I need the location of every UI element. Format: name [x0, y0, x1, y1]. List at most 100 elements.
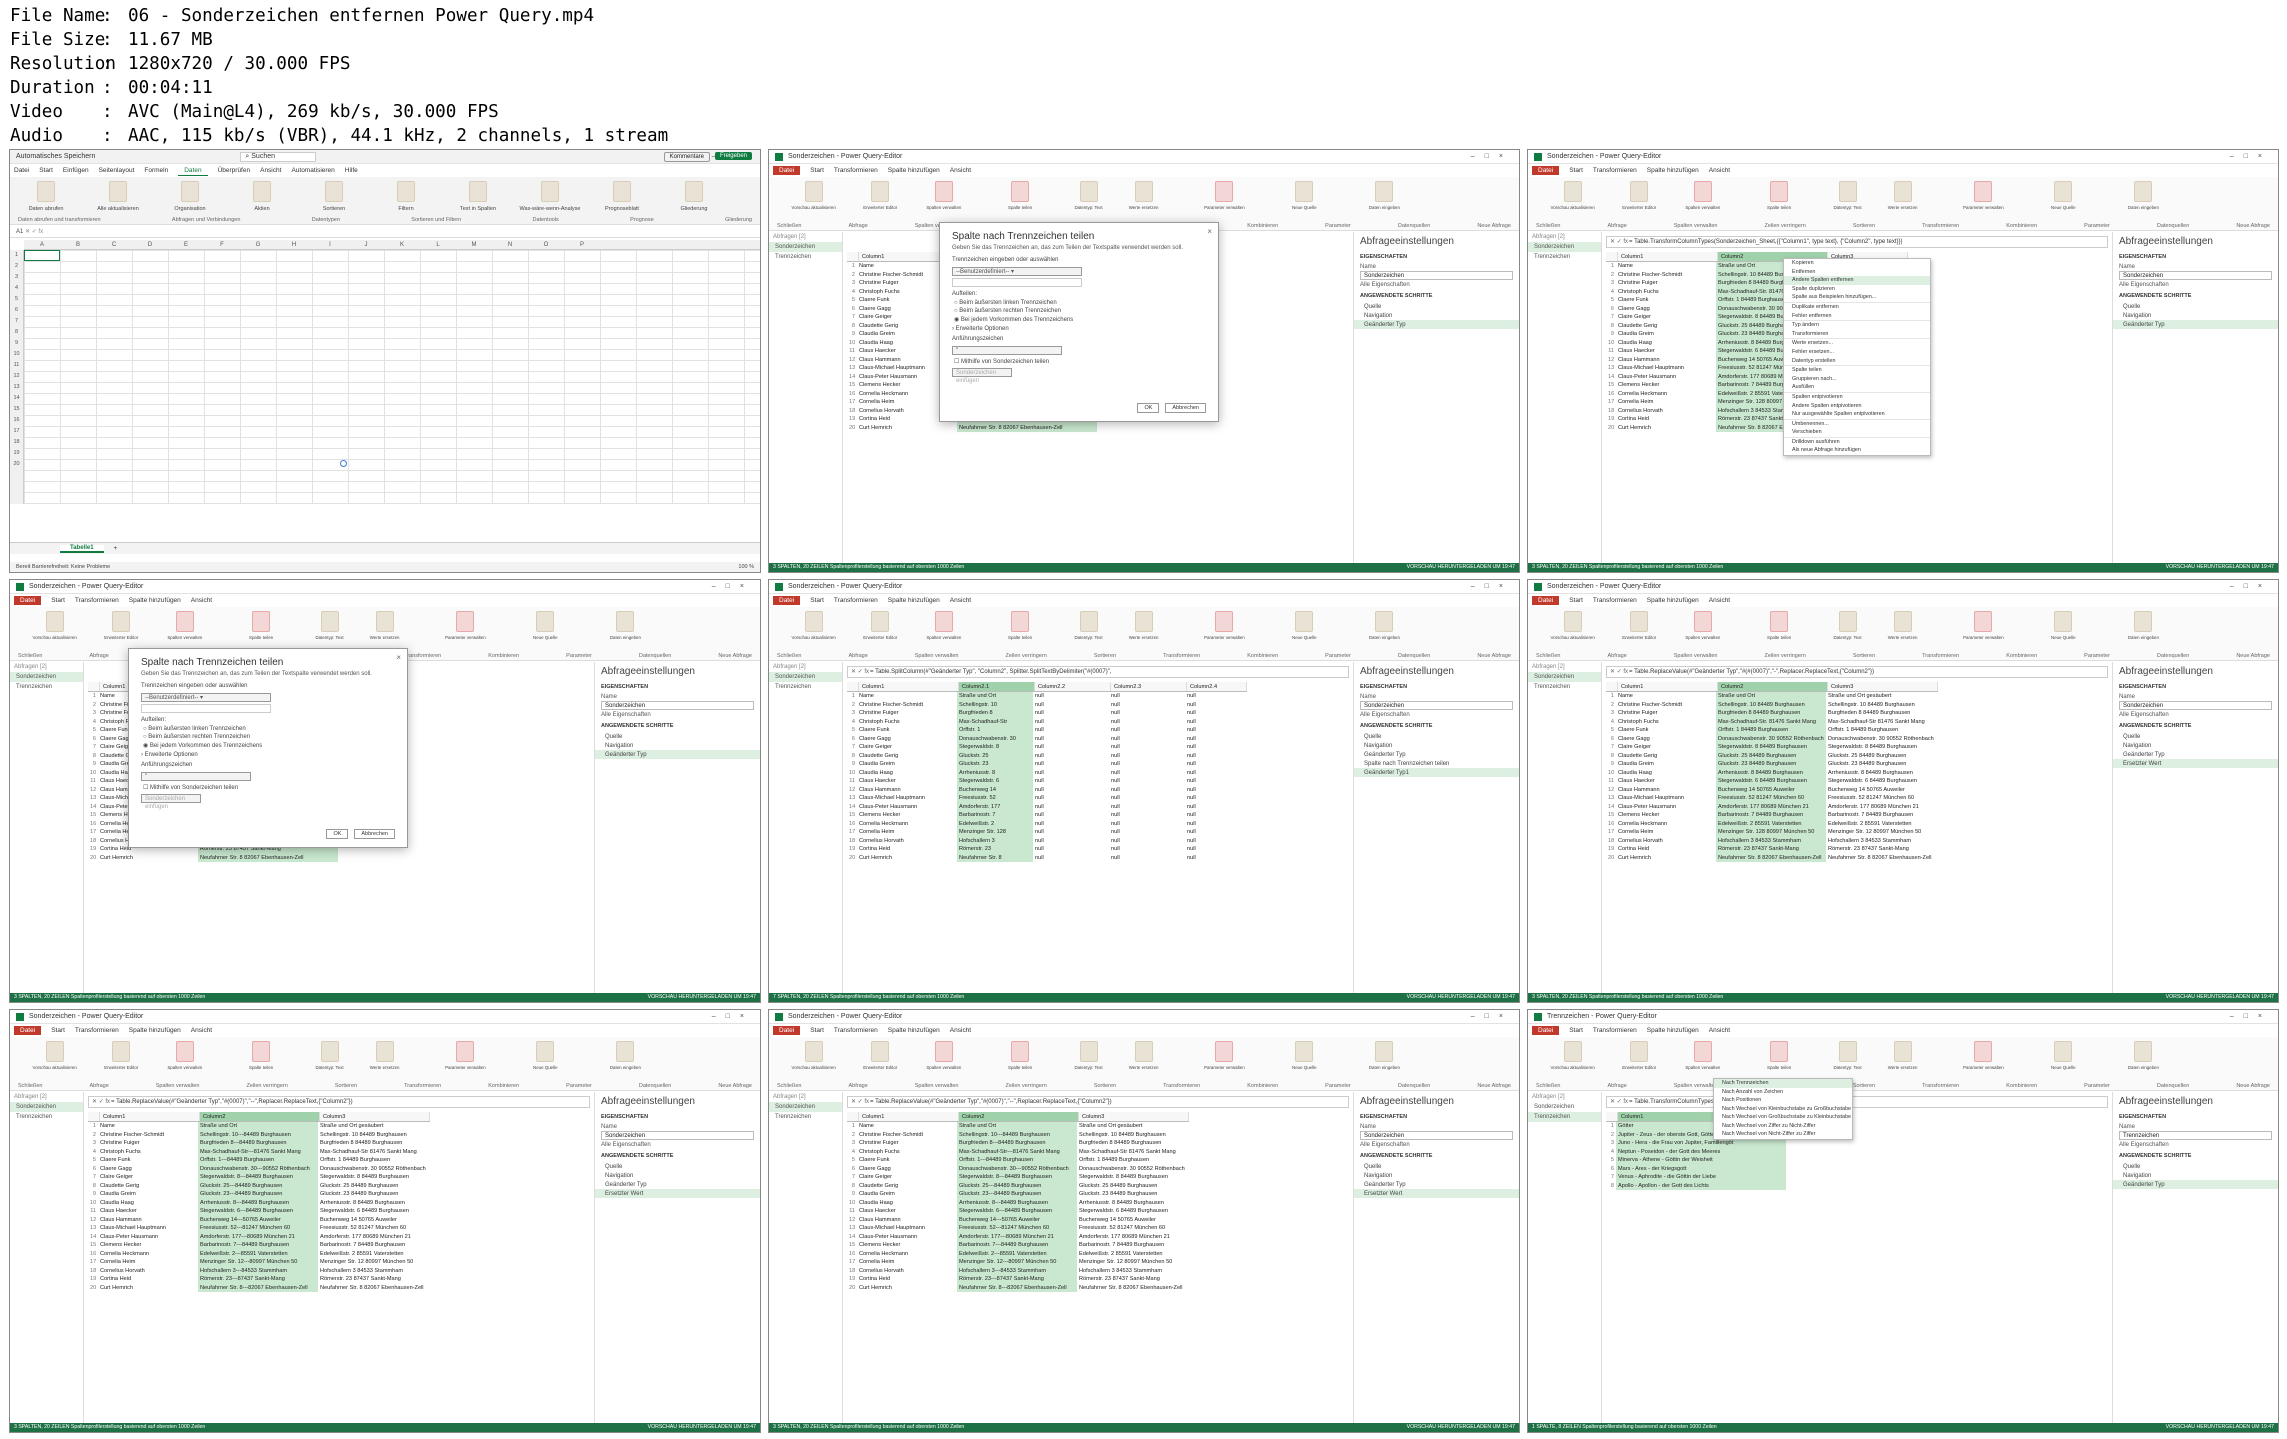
ribbon-item-icon[interactable] [252, 611, 270, 632]
ribbon-item-icon[interactable] [1630, 611, 1648, 632]
ribbon-tab-2[interactable]: Transformieren [834, 1027, 878, 1034]
ribbon-item-icon[interactable] [1839, 181, 1857, 202]
applied-step[interactable]: Navigation [595, 1171, 760, 1180]
table-cell[interactable]: Claus Hammann [857, 786, 957, 795]
table-cell[interactable]: Gluckstr. 23 84489 Burghausen [1716, 760, 1826, 769]
table-cell[interactable]: Burgfrieden 8 84489 Burghausen [1826, 709, 1936, 718]
applied-step[interactable]: Navigation [1354, 311, 1519, 320]
table-cell[interactable]: Claere Gagg [1616, 735, 1716, 744]
table-cell[interactable]: Christine Fuiger [98, 1139, 198, 1148]
applied-step[interactable]: Geänderter Typ [2113, 750, 2278, 759]
table-cell[interactable]: Cortina Heid [857, 1275, 957, 1284]
ribbon-item-icon[interactable] [321, 611, 339, 632]
table-cell[interactable]: Donauschwabenstr. 30 90552 Röthenbach [1826, 735, 1936, 744]
table-cell[interactable]: Cornelia Heim [1616, 398, 1716, 407]
comments-button[interactable]: Kommentare [663, 152, 710, 162]
table-cell[interactable]: null [1033, 752, 1109, 761]
ribbon-item-icon[interactable] [1375, 1041, 1393, 1062]
table-cell[interactable]: Claere Gagg [1616, 305, 1716, 314]
table-cell[interactable]: Gluckstr. 23 84489 Burghausen [1077, 1190, 1187, 1199]
table-cell[interactable]: Straße und Ort [1716, 692, 1826, 701]
table-cell[interactable]: Neufahrner Str. 8 82067 Ebenhausen-Zell [1716, 853, 1826, 862]
ribbon-item-icon[interactable] [1295, 181, 1313, 202]
table-cell[interactable]: Arrheniusstr. 8---84489 Burghausen [957, 1198, 1077, 1207]
table-cell[interactable]: Buchenweg 14---50765 Auweiler [198, 1215, 318, 1224]
ok-button[interactable]: OK [326, 829, 349, 839]
table-cell[interactable]: Claudia Haag [857, 769, 957, 778]
all-properties-link[interactable]: Alle Eigenschaften [595, 710, 760, 720]
table-cell[interactable]: null [1109, 709, 1185, 718]
column-header[interactable]: Column2 [200, 1112, 320, 1121]
table-cell[interactable]: null [1033, 786, 1109, 795]
table-cell[interactable]: Apollo - Apollon - der Gott des Lichts [1616, 1181, 1786, 1190]
ribbon-tab-5[interactable]: Daten [178, 166, 208, 176]
table-cell[interactable]: Menzinger Str. 12---80997 München 50 [198, 1258, 318, 1267]
ribbon-item-icon[interactable] [871, 181, 889, 202]
context-menu-item[interactable]: Werte ersetzen... [1784, 338, 1930, 348]
row-header[interactable]: 9 [10, 338, 23, 349]
table-cell[interactable]: Neufahrner Str. 8---82067 Ebenhausen-Zel… [198, 1283, 318, 1292]
table-cell[interactable]: Cornelius Horvath [857, 837, 957, 846]
table-cell[interactable]: Stegerwaldstr. 8 84489 Burghausen [1716, 743, 1826, 752]
table-cell[interactable]: null [1109, 845, 1185, 854]
ribbon-item-icon[interactable] [1770, 1041, 1788, 1062]
table-cell[interactable]: Claudia Greim [1616, 330, 1716, 339]
table-cell[interactable]: Schellingstr. 10 [957, 700, 1033, 709]
table-cell[interactable]: Römerstr. 23 [957, 845, 1033, 854]
table-cell[interactable]: Amdorferstr. 177 80689 München 21 [318, 1233, 428, 1242]
context-menu-item[interactable]: Andere Spalten entpivotieren [1784, 402, 1930, 411]
table-cell[interactable]: Claudia Greim [857, 760, 957, 769]
table-cell[interactable]: Amdorferstr. 177 80689 München 21 [1716, 802, 1826, 811]
column-header[interactable]: L [420, 240, 456, 249]
context-menu-item[interactable]: Kopieren [1784, 259, 1930, 268]
table-cell[interactable]: Hofschallern 3 [957, 836, 1033, 845]
ribbon-item-icon[interactable] [1694, 611, 1712, 632]
table-cell[interactable]: null [1185, 837, 1245, 846]
table-cell[interactable]: null [1109, 752, 1185, 761]
table-cell[interactable]: Cornelius Horvath [1616, 837, 1716, 846]
table-cell[interactable]: Neufahrner Str. 8 82067 Ebenhausen-Zell [1826, 854, 1936, 863]
table-cell[interactable]: null [1033, 777, 1109, 786]
table-cell[interactable]: Claus Haecker [857, 777, 957, 786]
ribbon-item-icon[interactable] [935, 611, 953, 632]
ribbon-button-icon[interactable] [685, 181, 703, 202]
ribbon-tab-3[interactable]: Spalte hinzufügen [129, 597, 181, 604]
table-cell[interactable]: Straße und Ort gesäubert [1077, 1122, 1187, 1131]
query-name-field[interactable]: Sonderzeichen [601, 1131, 754, 1140]
ribbon-item-icon[interactable] [2134, 1041, 2152, 1062]
table-cell[interactable]: Edelweißstr. 2---85591 Vaterstetten [198, 1249, 318, 1258]
special-chars-checkbox[interactable]: ☐ Mithilfe von Sonderzeichen teilen [940, 357, 1218, 366]
table-cell[interactable]: Claus Haecker [1616, 347, 1716, 356]
table-cell[interactable]: Buchenweg 14 50765 Auweiler [1077, 1216, 1187, 1225]
query-name-field[interactable]: Sonderzeichen [2119, 271, 2272, 280]
ribbon-tab-2[interactable]: Einfügen [63, 167, 89, 174]
table-cell[interactable]: Donauschwabenstr. 30---90552 Röthenbach [957, 1164, 1077, 1173]
applied-step[interactable]: Quelle [595, 732, 760, 741]
table-cell[interactable]: Curt Hemrich [1616, 424, 1716, 433]
applied-step[interactable]: Ersetzter Wert [1354, 1189, 1519, 1198]
ribbon-tab-2[interactable]: Transformieren [75, 597, 119, 604]
table-cell[interactable]: Arrheniusstr. 8 84489 Burghausen [318, 1199, 428, 1208]
table-cell[interactable]: Claus-Peter Hausmann [98, 1233, 198, 1242]
ribbon-button-icon[interactable] [37, 181, 55, 202]
table-cell[interactable]: Curt Hemrich [857, 424, 957, 433]
ribbon-tab-3[interactable]: Spalte hinzufügen [129, 1027, 181, 1034]
ribbon-tab-7[interactable]: Ansicht [260, 167, 281, 174]
split-menu-item[interactable]: Nach Wechsel von Kleinbuchstabe zu Großb… [1714, 1105, 1852, 1114]
table-cell[interactable]: null [1109, 820, 1185, 829]
table-cell[interactable]: Claire Geiger [98, 1173, 198, 1182]
delimiter-select[interactable]: --Benutzerdefiniert-- ▾ [952, 267, 1082, 276]
column-header[interactable]: Column1 [100, 1112, 200, 1121]
table-cell[interactable]: Barbarinostr. 7---84489 Burghausen [198, 1241, 318, 1250]
table-cell[interactable]: null [1109, 786, 1185, 795]
table-cell[interactable]: Claus-Peter Hausmann [1616, 803, 1716, 812]
ribbon-tab-0[interactable]: Datei [1532, 1026, 1560, 1035]
table-cell[interactable]: Claus-Michael Hauptmann [857, 794, 957, 803]
all-properties-link[interactable]: Alle Eigenschaften [1354, 280, 1519, 290]
table-cell[interactable]: Christine Fischer-Schmidt [857, 1131, 957, 1140]
table-cell[interactable]: Burgfrieden 8 84489 Burghausen [1716, 709, 1826, 718]
ribbon-item-icon[interactable] [871, 611, 889, 632]
ribbon-tab-2[interactable]: Transformieren [1593, 597, 1637, 604]
table-cell[interactable]: Name [98, 1122, 198, 1131]
table-cell[interactable]: Hofschallern 3 84533 Stammham [318, 1267, 428, 1276]
